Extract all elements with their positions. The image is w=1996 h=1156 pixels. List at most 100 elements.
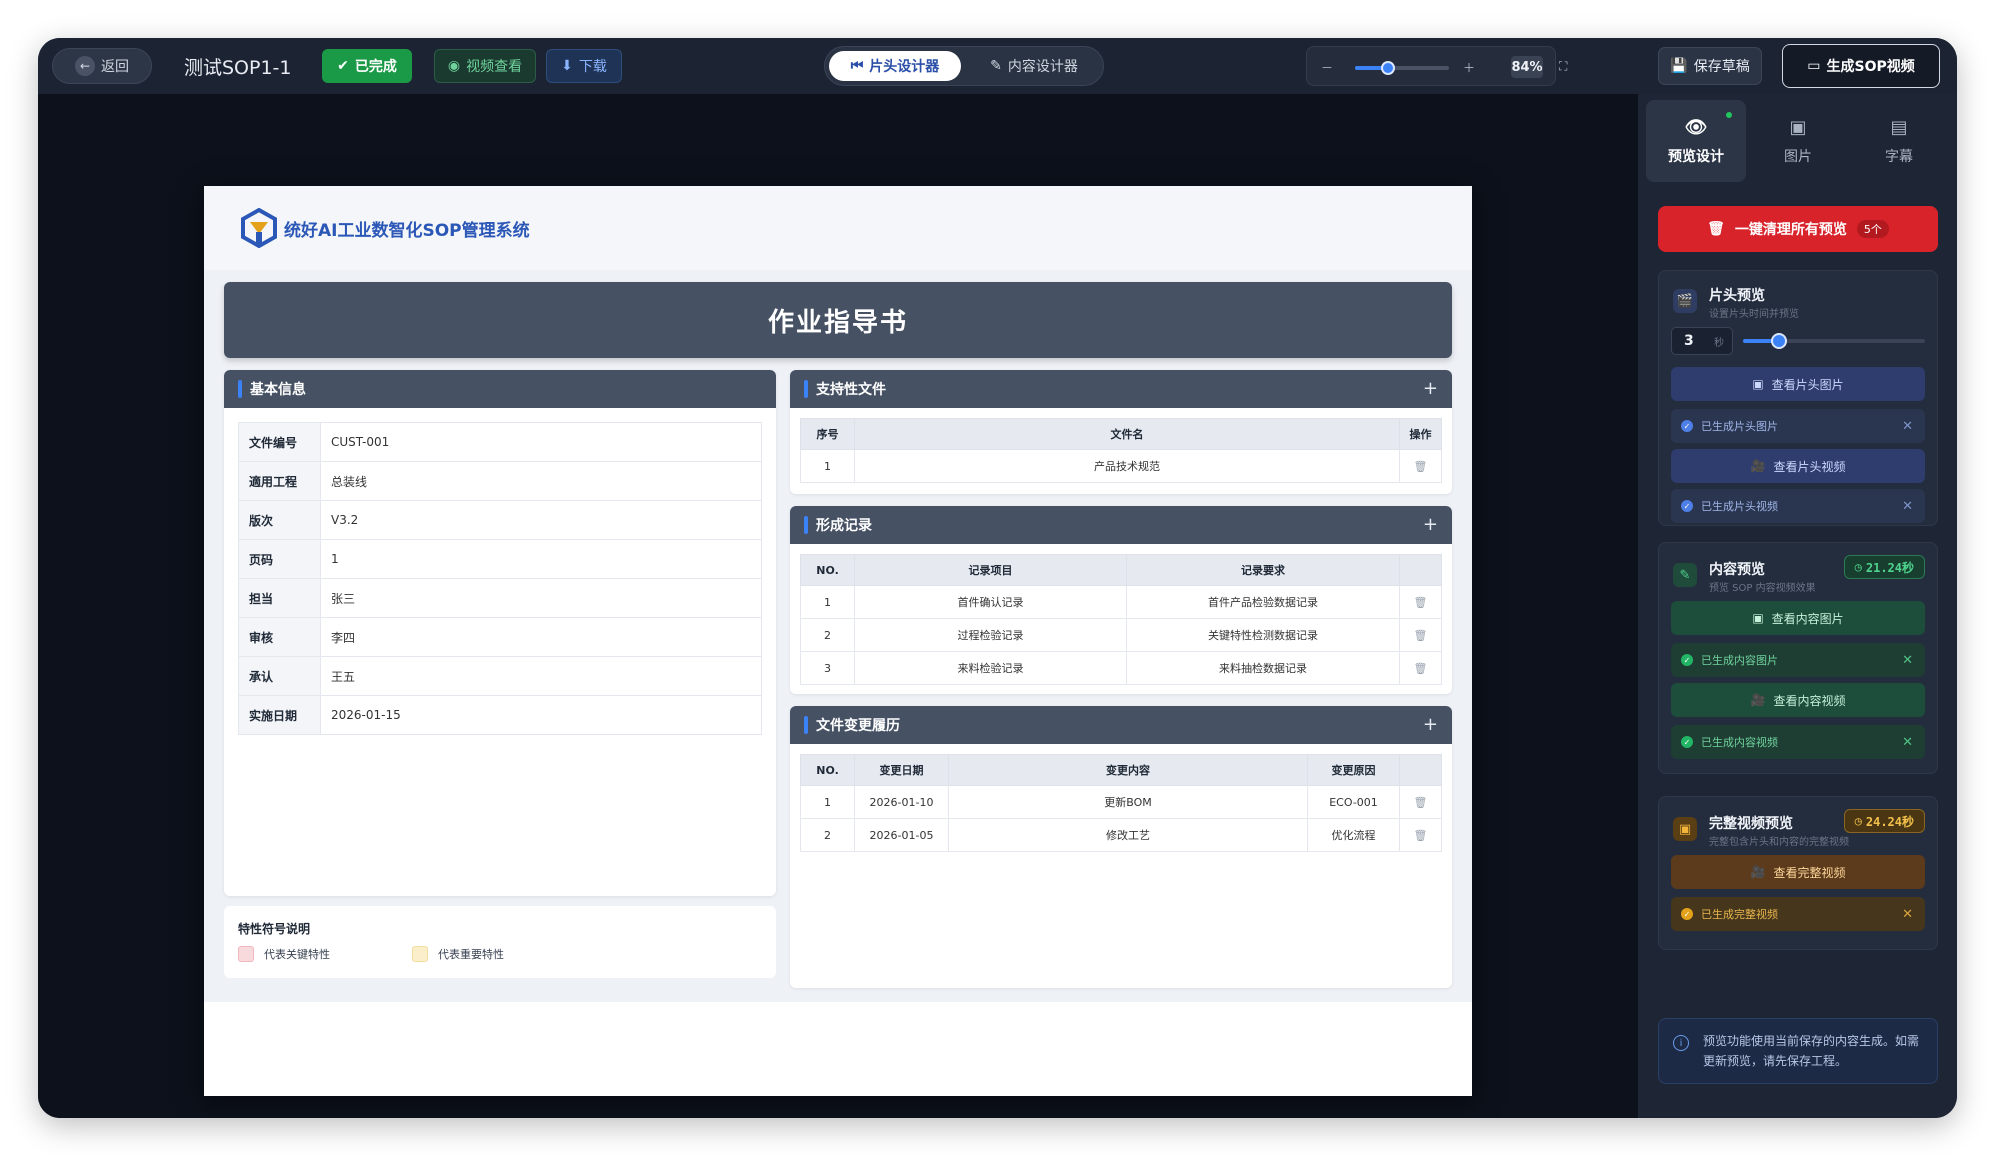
brand-name: 统好AI工业数智化SOP管理系统 — [284, 220, 530, 241]
zoom-in-icon[interactable]: ＋ — [1463, 59, 1475, 76]
image-icon: ▣ — [1752, 377, 1764, 391]
tab-header-designer[interactable]: ⏮ 片头设计器 — [829, 51, 961, 81]
column-header: NO. — [800, 554, 855, 586]
cell-change-reason[interactable]: 优化流程 — [1307, 818, 1400, 852]
add-record-button[interactable]: + — [1423, 514, 1438, 535]
tab-header-designer-label: 片头设计器 — [869, 59, 940, 75]
table-header-row: 序号 文件名 操作 — [800, 418, 1442, 450]
section-marker — [804, 516, 808, 534]
cell-change-content[interactable]: 修改工艺 — [948, 818, 1308, 852]
records-card: 形成记录 + NO. 记录项目 记录要求 1 首件确认记录 首件产品检验数据记录… — [790, 506, 1452, 694]
subtitles-icon: ▤ — [1890, 116, 1908, 138]
trash-icon[interactable]: 🗑 — [1414, 596, 1428, 609]
clapperboard-icon: 🎬 — [1673, 289, 1697, 313]
view-header-image-button[interactable]: ▣ 查看片头图片 — [1671, 367, 1925, 401]
header-duration-slider[interactable] — [1743, 333, 1925, 349]
status-label: 已生成片头图片 — [1701, 420, 1778, 433]
image-icon: ▣ — [1789, 116, 1807, 138]
tab-images[interactable]: ▣ 图片 — [1748, 100, 1848, 182]
cell-change-content[interactable]: 更新BOM — [948, 785, 1308, 819]
tab-subtitles[interactable]: ▤ 字幕 — [1849, 100, 1949, 182]
download-button[interactable]: ⬇ 下载 — [546, 49, 622, 83]
view-content-image-button[interactable]: ▣ 查看内容图片 — [1671, 601, 1925, 635]
view-full-video-button[interactable]: 🎥 查看完整视频 — [1671, 855, 1925, 889]
cell-record-item[interactable]: 首件确认记录 — [854, 585, 1127, 619]
document-header: 统好AI工业数智化SOP管理系统 — [204, 186, 1472, 270]
cell-record-requirement[interactable]: 来料抽检数据记录 — [1126, 651, 1400, 685]
info-value[interactable]: 张三 — [320, 578, 762, 618]
edit-doc-icon: ✎ — [990, 58, 1002, 74]
trash-icon[interactable]: 🗑 — [1414, 796, 1428, 809]
info-text: 预览功能使用当前保存的内容生成。如需更新预览，请先保存工程。 — [1703, 1034, 1920, 1068]
info-value[interactable]: 1 — [320, 539, 762, 579]
close-icon[interactable]: ✕ — [1902, 419, 1913, 434]
cell-record-requirement[interactable]: 关键特性检测数据记录 — [1126, 618, 1400, 652]
save-draft-label: 保存草稿 — [1693, 59, 1750, 75]
support-files-title: 支持性文件 — [816, 382, 886, 398]
download-icon: ⬇ — [561, 58, 573, 74]
info-key: 页码 — [238, 539, 321, 579]
close-icon[interactable]: ✕ — [1902, 653, 1913, 668]
zoom-slider[interactable] — [1355, 66, 1449, 70]
video-view-button[interactable]: ◉ 视频查看 — [434, 49, 536, 83]
cell-change-date[interactable]: 2026-01-10 — [854, 785, 949, 819]
close-icon[interactable]: ✕ — [1902, 735, 1913, 750]
status-completed-button[interactable]: ✔ 已完成 — [322, 49, 412, 83]
column-header: 变更原因 — [1307, 754, 1400, 786]
generate-sop-video-button[interactable]: ▭ 生成SOP视频 — [1782, 44, 1940, 88]
tab-content-designer[interactable]: ✎ 内容设计器 — [971, 51, 1097, 81]
tab-content-designer-label: 内容设计器 — [1007, 59, 1078, 75]
cell-record-item[interactable]: 来料检验记录 — [854, 651, 1127, 685]
back-button[interactable]: ← 返回 — [52, 48, 152, 84]
info-value[interactable]: 2026-01-15 — [320, 695, 762, 735]
video-camera-icon: 🎥 — [1750, 459, 1766, 473]
header-duration-input[interactable]: 3 秒 — [1671, 327, 1733, 355]
zoom-out-icon[interactable]: － — [1321, 59, 1333, 76]
duration-unit: 秒 — [1714, 337, 1724, 349]
trash-icon[interactable]: 🗑 — [1414, 662, 1428, 675]
company-logo-icon — [241, 208, 277, 248]
add-support-file-button[interactable]: + — [1423, 378, 1438, 399]
button-label: 查看片头图片 — [1771, 377, 1844, 392]
cell-record-requirement[interactable]: 首件产品检验数据记录 — [1126, 585, 1400, 619]
duration-text: 21.24秒 — [1865, 560, 1914, 575]
tab-preview-design[interactable]: 👁 预览设计 — [1646, 100, 1746, 182]
clear-all-previews-button[interactable]: 🗑 一键清理所有预览 5个 — [1658, 206, 1938, 252]
slider-handle[interactable] — [1771, 333, 1788, 349]
close-icon[interactable]: ✕ — [1902, 499, 1913, 514]
table-row: 3 来料检验记录 来料抽检数据记录 🗑 — [800, 651, 1442, 685]
info-value[interactable]: CUST-001 — [320, 422, 762, 462]
save-draft-button[interactable]: 💾 保存草稿 — [1658, 47, 1762, 85]
trash-icon[interactable]: 🗑 — [1414, 829, 1428, 842]
eye-icon: ◉ — [447, 58, 461, 74]
legend-title: 特性符号说明 — [238, 922, 311, 936]
section-marker — [804, 380, 808, 398]
zoom-slider-handle[interactable] — [1380, 61, 1395, 75]
clock-icon: ◷ — [1854, 560, 1862, 574]
info-value[interactable]: 总装线 — [320, 461, 762, 501]
tab-label: 预览设计 — [1668, 148, 1724, 165]
add-change-button[interactable]: + — [1423, 714, 1438, 735]
cell-filename[interactable]: 产品技术规范 — [854, 449, 1400, 483]
trash-icon[interactable]: 🗑 — [1414, 629, 1428, 642]
info-value[interactable]: 王五 — [320, 656, 762, 696]
header-preview-subtitle: 设置片头时间并预览 — [1709, 309, 1799, 320]
check-circle-icon: ✔ — [337, 58, 349, 74]
cell-change-date[interactable]: 2026-01-05 — [854, 818, 949, 852]
generate-label: 生成SOP视频 — [1826, 59, 1915, 75]
project-title: 测试SOP1-1 — [184, 56, 292, 79]
change-history-card: 文件变更履历 + NO. 变更日期 变更内容 变更原因 1 2026-01-10… — [790, 706, 1452, 988]
cell-record-item[interactable]: 过程检验记录 — [854, 618, 1127, 652]
close-icon[interactable]: ✕ — [1902, 907, 1913, 922]
content-preview-section: ✎ 内容预览 预览 SOP 内容视频效果 ◷ 21.24秒 ▣ 查看内容图片 ✓… — [1658, 542, 1938, 774]
info-value[interactable]: V3.2 — [320, 500, 762, 540]
fit-screen-icon[interactable]: ⛶ — [1559, 59, 1567, 74]
view-header-video-button[interactable]: 🎥 查看片头视频 — [1671, 449, 1925, 483]
legend-item-important: 代表重要特性 — [412, 946, 504, 962]
cell-change-reason[interactable]: ECO-001 — [1307, 785, 1400, 819]
table-row: 页码 1 — [238, 539, 762, 579]
cell-index: 1 — [800, 785, 855, 819]
info-value[interactable]: 李四 — [320, 617, 762, 657]
view-content-video-button[interactable]: 🎥 查看内容视频 — [1671, 683, 1925, 717]
trash-icon[interactable]: 🗑 — [1414, 460, 1428, 473]
